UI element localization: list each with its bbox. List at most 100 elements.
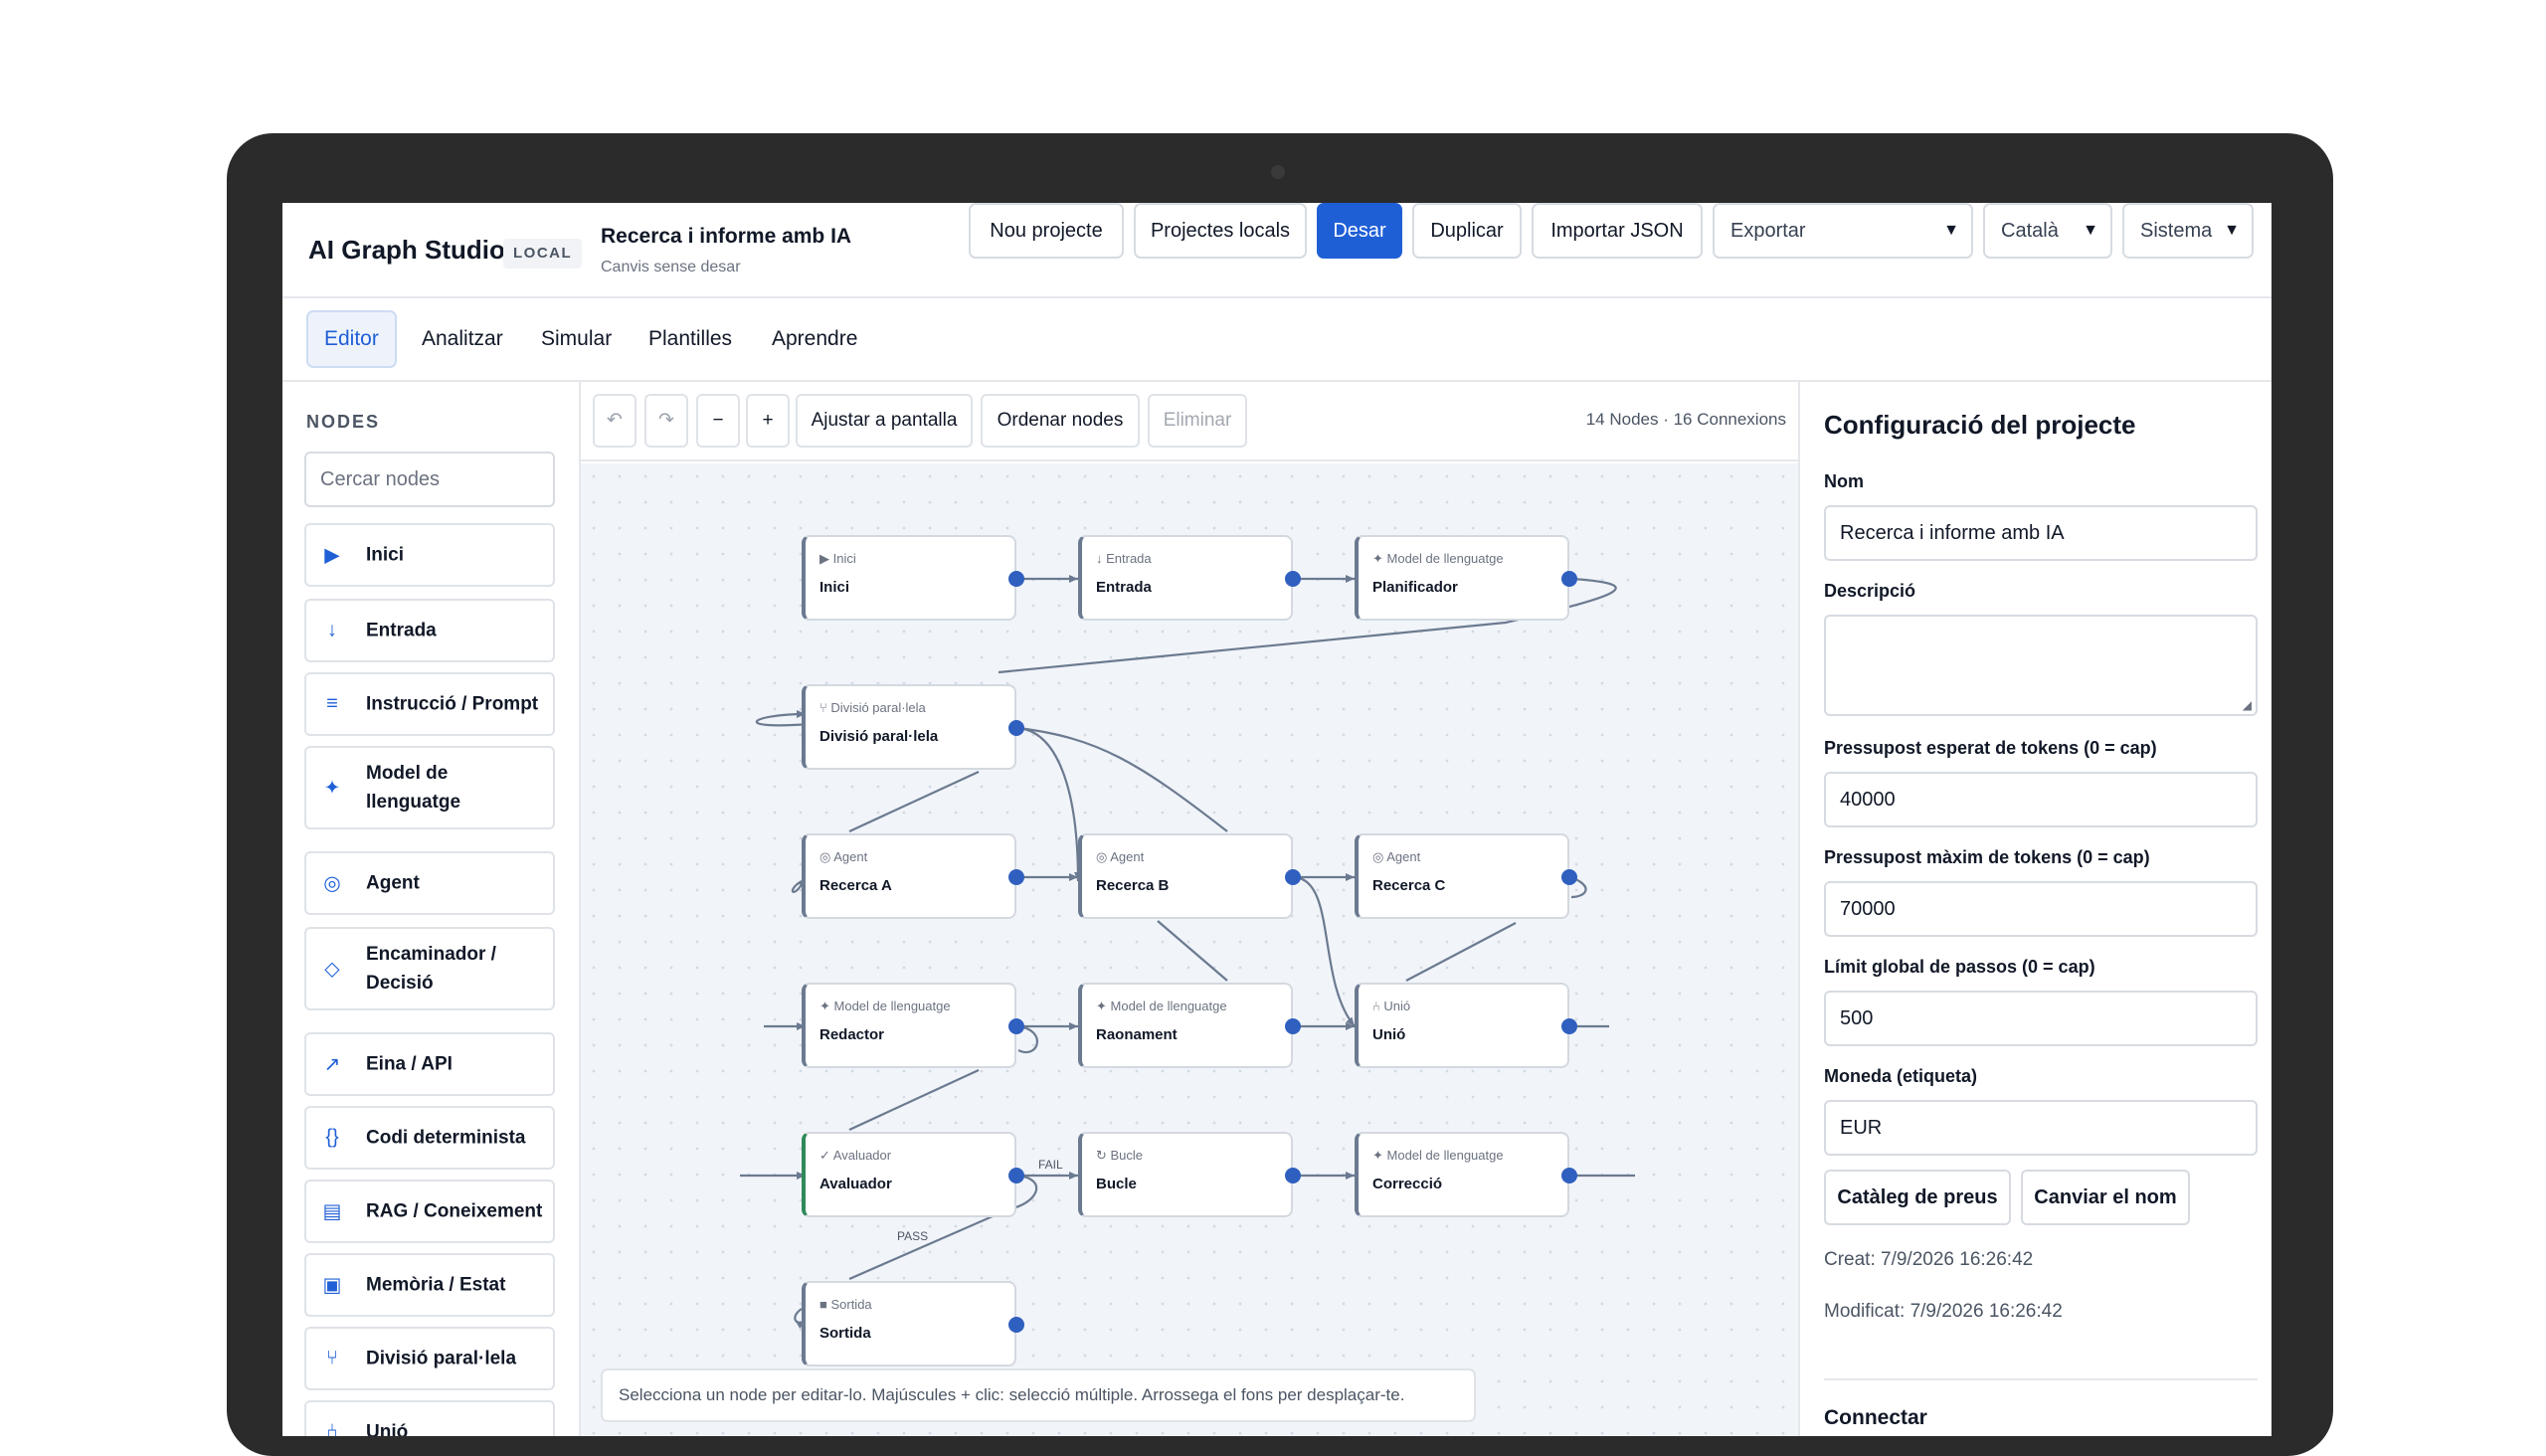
graph-node[interactable]: ✓ Avaluador Avaluador [802,1132,1016,1217]
edge [1157,920,1228,982]
local-projects-button[interactable]: Projectes locals [1134,203,1307,259]
output-port[interactable] [1008,1168,1024,1183]
camera-dot [1271,165,1285,179]
graph-node[interactable]: ◎ Agent Recerca B [1078,833,1293,919]
graph-node[interactable]: ▶ Inici Inici [802,535,1016,621]
graph-node[interactable]: ◎ Agent Recerca A [802,833,1016,919]
zoom-out-button[interactable]: − [696,394,740,448]
export-select[interactable]: Exportar ▼ [1713,203,1973,259]
description-textarea[interactable]: ◢ [1824,615,2258,716]
palette-item-memory[interactable]: ▣ Memòria / Estat [304,1253,555,1317]
output-port[interactable] [1285,869,1301,885]
graph-node[interactable]: ◎ Agent Recerca C [1355,833,1569,919]
undo-button[interactable]: ↶ [593,394,636,448]
graph-editor: ↶ ↷ − + Ajustar a pantalla Ordenar nodes… [581,382,1798,1436]
chevron-down-icon: ▼ [1943,222,1959,239]
arrange-nodes-button[interactable]: Ordenar nodes [981,394,1140,448]
palette-item-entrada[interactable]: ↓ Entrada [304,599,555,662]
output-port[interactable] [1561,571,1577,587]
edge [848,771,980,832]
output-port[interactable] [1561,869,1577,885]
palette-item-label: Memòria / Estat [366,1274,506,1296]
created-timestamp: Creat: 7/9/2026 16:26:42 [1824,1249,2034,1270]
output-port[interactable] [1008,571,1024,587]
rename-button[interactable]: Canviar el nom [2021,1170,2190,1225]
node-type-label: ✦ Model de llenguatge [1372,551,1504,566]
redo-button[interactable]: ↷ [644,394,688,448]
graph-node[interactable]: ✦ Model de llenguatge Planificador [1355,535,1569,621]
output-port[interactable] [1008,869,1024,885]
graph-node[interactable]: ⑂ Divisió paral·lela Divisió paral·lela [802,684,1016,770]
sparkle-icon: ✦ [323,777,341,800]
name-input[interactable]: Recerca i informe amb IA [1824,505,2258,561]
graph-canvas[interactable]: ▶ Inici Inici ↓ Entrada Entrada ✦ Model de l… [581,463,1798,1436]
braces-icon: {} [325,1126,339,1149]
palette-item-label: Inici [366,544,405,566]
output-port[interactable] [1008,1317,1024,1333]
output-port[interactable] [1008,1018,1024,1034]
palette-item-agent[interactable]: ◎ Agent [304,851,555,915]
palette-heading: NODES [306,412,381,432]
duplicate-button[interactable]: Duplicar [1412,203,1522,259]
graph-node[interactable]: ↓ Entrada Entrada [1078,535,1293,621]
fit-to-screen-button[interactable]: Ajustar a pantalla [796,394,973,448]
zoom-in-button[interactable]: + [746,394,790,448]
editor-hint: Selecciona un node per editar-lo. Majúsc… [601,1368,1476,1422]
save-button[interactable]: Desar [1317,203,1402,259]
output-port[interactable] [1561,1168,1577,1183]
node-title: Bucle [1096,1176,1137,1192]
price-catalog-button[interactable]: Catàleg de preus [1824,1170,2011,1225]
palette-item-split[interactable]: ⑂ Divisió paral·lela [304,1327,555,1390]
palette-item-rag[interactable]: ▤ RAG / Coneixement [304,1180,555,1243]
palette-item-code[interactable]: {} Codi determinista [304,1106,555,1170]
graph-node[interactable]: ⑃ Unió Unió [1355,983,1569,1068]
output-port[interactable] [1285,1018,1301,1034]
palette-item-inici[interactable]: ▶ Inici [304,523,555,587]
currency-input[interactable]: EUR [1824,1100,2258,1156]
delete-button[interactable]: Eliminar [1148,394,1247,448]
resize-grip-icon[interactable]: ◢ [2243,698,2252,712]
node-title: Recerca B [1096,877,1170,894]
graph-node[interactable]: ✦ Model de llenguatge Correcció [1355,1132,1569,1217]
palette-item-prompt[interactable]: ≡ Instrucció / Prompt [304,672,555,736]
new-project-button[interactable]: Nou projecte [969,203,1124,259]
palette-item-label: Entrada [366,620,437,641]
language-select[interactable]: Català ▼ [1983,203,2112,259]
palette-item-label: Agent [366,872,420,894]
node-type-label: ■ Sortida [819,1297,872,1312]
tab-aprendre[interactable]: Aprendre [756,310,873,368]
tab-analitzar[interactable]: Analitzar [406,310,519,368]
palette-item-label: Model de llenguatge [366,763,461,813]
graph-node[interactable]: ✦ Model de llenguatge Raonament [1078,983,1293,1068]
palette-item-router[interactable]: ◇ Encaminador / Decisió [304,927,555,1010]
node-type-label: ⑂ Divisió paral·lela [819,700,926,715]
main-tabs: Editor Analitzar Simular Plantilles Apre… [282,298,2272,382]
tab-simular[interactable]: Simular [525,310,628,368]
output-port[interactable] [1561,1018,1577,1034]
palette-item-model[interactable]: ✦ Model de llenguatge [304,746,555,829]
import-json-button[interactable]: Importar JSON [1532,203,1703,259]
palette-item-merge[interactable]: ⑃ Unió [304,1400,555,1436]
tab-plantilles[interactable]: Plantilles [633,310,748,368]
graph-node[interactable]: ✦ Model de llenguatge Redactor [802,983,1016,1068]
node-type-label: ✦ Model de llenguatge [819,999,951,1013]
node-title: Sortida [819,1325,871,1342]
node-title: Avaluador [819,1176,892,1192]
palette-item-tool[interactable]: ↗ Eina / API [304,1032,555,1096]
expected-tokens-input[interactable]: 40000 [1824,772,2258,827]
edge-label-pass: PASS [897,1229,929,1243]
steps-limit-input[interactable]: 500 [1824,991,2258,1046]
output-port[interactable] [1008,720,1024,736]
graph-node[interactable]: ↻ Bucle Bucle [1078,1132,1293,1217]
search-nodes-input[interactable]: Cercar nodes [304,452,555,507]
output-port[interactable] [1285,571,1301,587]
edge [1405,922,1517,982]
tab-editor[interactable]: Editor [306,310,397,368]
edge [1294,875,1356,1027]
app-brand: AI Graph Studio [308,235,505,265]
output-port[interactable] [1285,1168,1301,1183]
theme-select[interactable]: Sistema ▼ [2122,203,2254,259]
node-title: Planificador [1372,579,1458,596]
max-tokens-input[interactable]: 70000 [1824,881,2258,937]
graph-node[interactable]: ■ Sortida Sortida [802,1281,1016,1366]
